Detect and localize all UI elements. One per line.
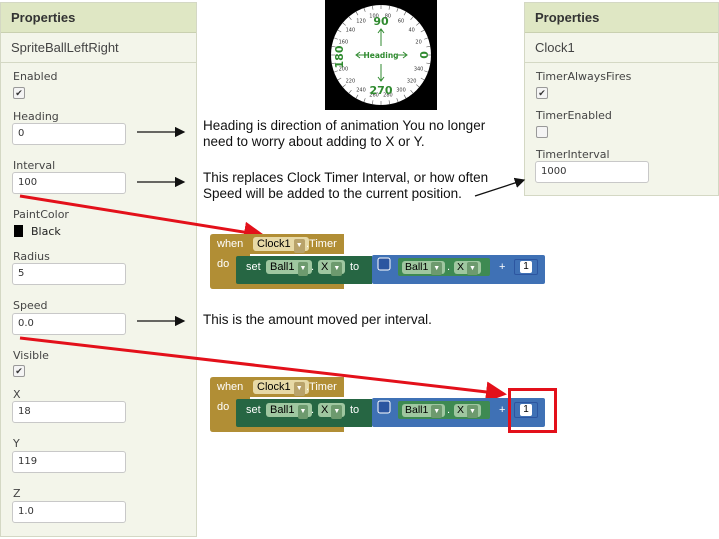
getter-ball-dropdown[interactable]: Ball1 ▼ xyxy=(402,261,446,275)
to-label: to xyxy=(350,404,360,416)
when-label: when xyxy=(217,238,244,250)
interval-red-arrow xyxy=(19,194,265,243)
getter-ball-dropdown[interactable]: Ball1 ▼ xyxy=(402,404,446,418)
getter-dot-label: . xyxy=(447,404,451,416)
timer-event-label: .Timer xyxy=(306,238,337,250)
timer-event-label: .Timer xyxy=(306,381,337,393)
do-label: do xyxy=(217,258,230,270)
clock-dropdown[interactable]: Clock1 ▼ xyxy=(253,237,309,253)
chevron-down-icon: ▼ xyxy=(331,405,343,419)
highlight-box xyxy=(508,388,557,433)
plus-label: + xyxy=(499,261,506,273)
prop-dropdown-label: X xyxy=(321,404,329,416)
prop-dropdown[interactable]: X ▼ xyxy=(318,403,346,419)
clock-dropdown-label: Clock1 xyxy=(257,381,291,393)
chevron-down-icon: ▼ xyxy=(466,262,478,275)
clock-dropdown[interactable]: Clock1 ▼ xyxy=(253,380,309,396)
when-label: when xyxy=(217,381,244,393)
chevron-down-icon: ▼ xyxy=(297,405,309,419)
prop-dropdown[interactable]: X ▼ xyxy=(318,260,346,276)
number-field[interactable]: 1 xyxy=(520,261,532,273)
set-label: set xyxy=(246,261,261,273)
getter-prop-dropdown[interactable]: X ▼ xyxy=(454,404,481,418)
dot-label: . xyxy=(311,261,315,273)
chevron-down-icon: ▼ xyxy=(331,262,343,276)
getter-ball-label: Ball1 xyxy=(405,404,429,416)
ball-dropdown[interactable]: Ball1 ▼ xyxy=(266,260,313,276)
chevron-down-icon: ▼ xyxy=(293,382,305,396)
chevron-down-icon: ▼ xyxy=(297,262,309,276)
getter-ball-label: Ball1 xyxy=(405,261,429,273)
to-label: to xyxy=(350,261,360,273)
dot-label: . xyxy=(311,404,315,416)
timer-block-1[interactable]: when Clock1 ▼ .Timer do set Ball1 ▼ . X … xyxy=(210,234,550,294)
mutator-gear-icon[interactable] xyxy=(377,257,391,271)
clock-dropdown-label: Clock1 xyxy=(257,238,291,250)
chevron-down-icon: ▼ xyxy=(431,262,443,275)
ball-dropdown[interactable]: Ball1 ▼ xyxy=(266,403,313,419)
plus-label: + xyxy=(499,404,506,416)
getter-prop-label: X xyxy=(457,261,465,273)
prop-dropdown-label: X xyxy=(321,261,329,273)
do-label: do xyxy=(217,401,230,413)
ball-dropdown-label: Ball1 xyxy=(270,404,295,416)
ball-dropdown-label: Ball1 xyxy=(270,261,295,273)
getter-dot-label: . xyxy=(447,261,451,273)
set-label: set xyxy=(246,404,261,416)
chevron-down-icon: ▼ xyxy=(431,405,443,418)
getter-prop-dropdown[interactable]: X ▼ xyxy=(454,261,481,275)
mutator-gear-icon[interactable] xyxy=(377,400,391,414)
chevron-down-icon: ▼ xyxy=(293,239,305,253)
timer-block-2[interactable]: when Clock1 ▼ .Timer do set Ball1 ▼ . X … xyxy=(210,377,550,437)
timerinterval-arrow xyxy=(474,177,526,197)
getter-prop-label: X xyxy=(457,404,465,416)
chevron-down-icon: ▼ xyxy=(466,405,478,418)
